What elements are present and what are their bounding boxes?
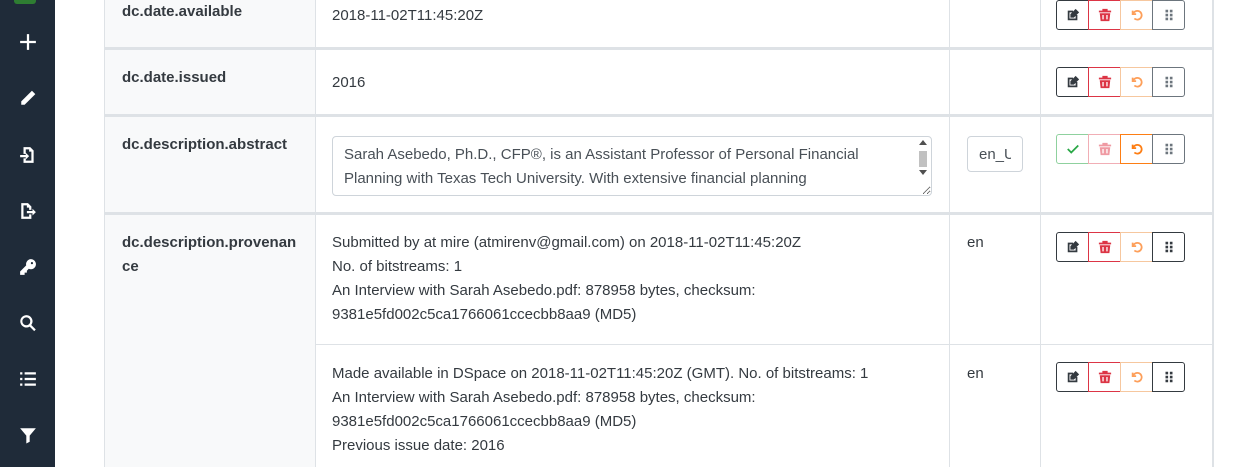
drag-icon (1165, 371, 1172, 383)
undo-button[interactable] (1120, 134, 1153, 164)
value-textarea[interactable] (332, 136, 932, 196)
filter-icon[interactable] (16, 423, 40, 447)
edit-icon (1067, 240, 1079, 253)
metadata-row-date-available: dc.date.available 2018-11-02T11:45:20Z (105, 0, 1212, 50)
edit-icon (1067, 8, 1079, 21)
row-action-buttons (1056, 67, 1185, 99)
row-action-buttons (1056, 0, 1185, 32)
delete-button[interactable] (1088, 232, 1121, 262)
value-line: An Interview with Sarah Asebedo.pdf: 878… (332, 282, 756, 299)
edit-icon (1067, 75, 1079, 88)
drag-handle[interactable] (1152, 134, 1185, 164)
value-line: Previous issue date: 2016 (332, 437, 505, 454)
admin-sidebar (0, 0, 55, 467)
delete-button[interactable] (1088, 67, 1121, 97)
trash-icon (1098, 8, 1111, 22)
delete-button[interactable] (1088, 0, 1121, 30)
trash-icon (1098, 142, 1111, 156)
textarea-scrollbar[interactable] (916, 137, 930, 195)
drag-handle[interactable] (1152, 232, 1185, 262)
field-value: Made available in DSpace on 2018-11-02T1… (332, 362, 932, 458)
undo-icon (1131, 144, 1143, 155)
drag-icon (1165, 241, 1172, 253)
undo-icon (1131, 10, 1143, 21)
metadata-row-description-provenance: dc.description.provenance Submitted by a… (105, 215, 1212, 467)
table-border-right (1212, 0, 1214, 467)
undo-icon (1131, 77, 1143, 88)
key-icon[interactable] (16, 255, 40, 279)
logo (14, 0, 36, 4)
edit-button[interactable] (1056, 0, 1089, 30)
value-line: Submitted by at mire (atmirenv@gmail.com… (332, 234, 802, 251)
value-line: An Interview with Sarah Asebedo.pdf: 878… (332, 389, 756, 406)
trash-icon (1098, 370, 1111, 384)
drag-icon (1165, 143, 1172, 155)
edit-icon (1067, 370, 1079, 383)
field-key: dc.date.available (122, 3, 243, 20)
drag-icon (1165, 9, 1172, 21)
plus-icon[interactable] (16, 30, 40, 54)
drag-icon (1165, 76, 1172, 88)
field-key: dc.date.issued (122, 69, 227, 86)
trash-icon (1098, 75, 1111, 89)
field-key-cell: dc.date.issued (105, 50, 316, 117)
row-action-buttons (1056, 362, 1185, 394)
undo-button[interactable] (1120, 67, 1153, 97)
file-export-icon[interactable] (16, 199, 40, 223)
undo-icon (1131, 372, 1143, 383)
value-line: 9381e5fd002c5ca1766061ccecbb8aa9 (MD5) (332, 413, 637, 430)
language-input[interactable] (967, 136, 1023, 172)
field-key-cell: dc.description.abstract (105, 117, 316, 215)
value-line: No. of bitstreams: 1 (332, 258, 463, 275)
undo-button[interactable] (1120, 232, 1153, 262)
list-icon[interactable] (16, 367, 40, 391)
search-icon[interactable] (16, 311, 40, 335)
file-import-icon[interactable] (16, 143, 40, 167)
metadata-row-date-issued: dc.date.issued 2016 (105, 50, 1212, 117)
field-key: dc.description.abstract (122, 136, 288, 153)
field-key-cell: dc.date.available (105, 0, 316, 50)
delete-button[interactable] (1088, 134, 1121, 164)
trash-icon (1098, 240, 1111, 254)
edit-button[interactable] (1056, 67, 1089, 97)
field-language: en (967, 234, 984, 251)
check-icon (1066, 144, 1079, 154)
undo-icon (1131, 242, 1143, 253)
row-action-buttons (1056, 134, 1185, 166)
confirm-button[interactable] (1056, 134, 1089, 164)
pencil-icon[interactable] (16, 86, 40, 110)
value-line: Made available in DSpace on 2018-11-02T1… (332, 365, 869, 382)
field-key: dc.description.provenance (122, 234, 297, 275)
undo-button[interactable] (1120, 362, 1153, 392)
edit-button[interactable] (1056, 362, 1089, 392)
drag-handle[interactable] (1152, 67, 1185, 97)
value-line: 9381e5fd002c5ca1766061ccecbb8aa9 (MD5) (332, 306, 637, 323)
undo-button[interactable] (1120, 0, 1153, 30)
field-value: 2016 (332, 74, 366, 91)
drag-handle[interactable] (1152, 0, 1185, 30)
edit-button[interactable] (1056, 232, 1089, 262)
field-value: Submitted by at mire (atmirenv@gmail.com… (332, 231, 932, 327)
field-value: 2018-11-02T11:45:20Z (332, 7, 484, 24)
delete-button[interactable] (1088, 362, 1121, 392)
metadata-row-description-abstract: dc.description.abstract (105, 117, 1212, 215)
field-language: en (967, 365, 984, 382)
field-key-cell: dc.description.provenance (105, 215, 316, 467)
drag-handle[interactable] (1152, 362, 1185, 392)
row-action-buttons (1056, 232, 1185, 264)
